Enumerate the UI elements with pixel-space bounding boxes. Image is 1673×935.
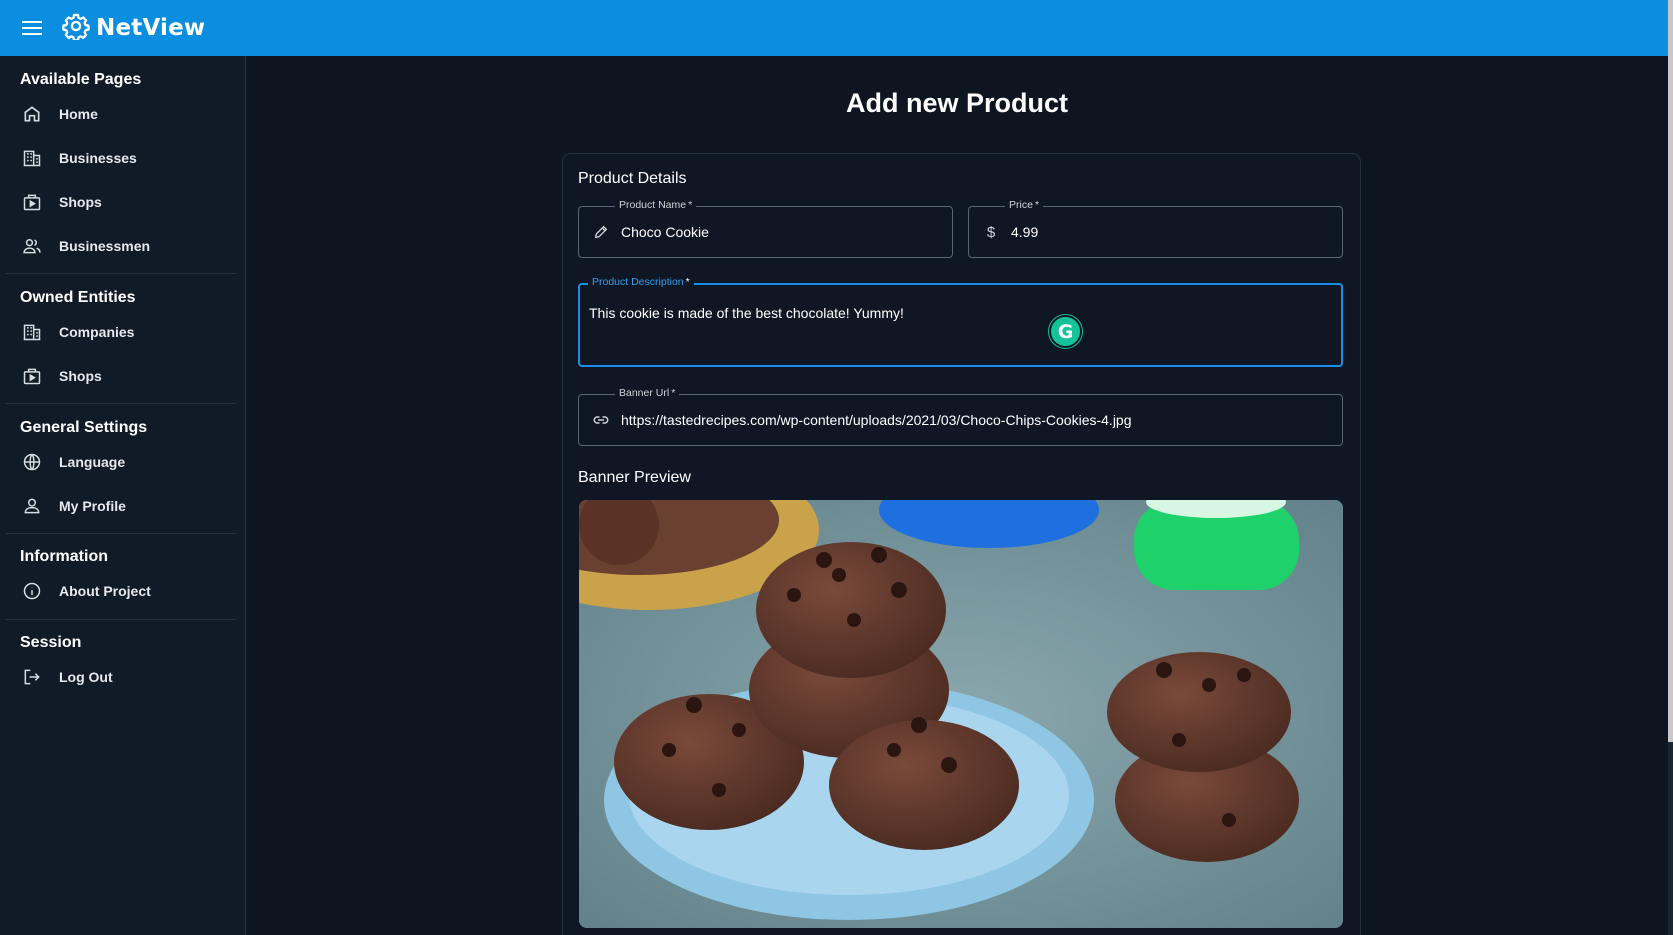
sidebar-item-label: Businesses: [59, 150, 137, 166]
sidebar-item-language[interactable]: Language: [0, 442, 240, 482]
sidebar-item-businesses[interactable]: Businesses: [0, 138, 240, 178]
storefront-icon: [20, 190, 44, 214]
sidebar-item-label: Shops: [59, 368, 102, 384]
section-title-available-pages: Available Pages: [20, 71, 142, 88]
users-icon: [20, 234, 44, 258]
info-icon: [20, 579, 44, 603]
home-icon: [20, 102, 44, 126]
sidebar-item-label: Log Out: [59, 669, 113, 685]
gear-icon: [62, 12, 90, 45]
sidebar-item-shops[interactable]: Shops: [0, 182, 240, 222]
dollar-icon: $: [986, 223, 996, 241]
storefront-icon: [20, 364, 44, 388]
section-title-general-settings: General Settings: [20, 419, 148, 436]
user-icon: [20, 494, 44, 518]
sidebar-item-label: Home: [59, 106, 98, 122]
product-name-input[interactable]: [621, 207, 941, 257]
sidebar-item-my-profile[interactable]: My Profile: [0, 486, 240, 526]
section-title-information: Information: [20, 548, 108, 565]
divider: [6, 619, 236, 620]
logout-icon: [20, 665, 44, 689]
building-icon: [20, 320, 44, 344]
sidebar-item-label: My Profile: [59, 498, 126, 514]
sidebar-item-owned-shops[interactable]: Shops: [0, 356, 240, 396]
link-icon: [591, 410, 611, 430]
price-field[interactable]: Price * $: [968, 199, 1343, 258]
product-description-field[interactable]: Product Description * This cookie is made…: [578, 276, 1343, 367]
price-input[interactable]: [1011, 207, 1331, 257]
building-icon: [20, 146, 44, 170]
banner-preview-image: [579, 500, 1343, 928]
product-name-field[interactable]: Product Name *: [578, 199, 953, 258]
section-title-owned-entities: Owned Entities: [20, 289, 136, 306]
sidebar-item-label: Shops: [59, 194, 102, 210]
sidebar-item-label: Language: [59, 454, 126, 470]
banner-url-field[interactable]: Banner Url *: [578, 387, 1343, 446]
section-title-session: Session: [20, 634, 82, 651]
sidebar-item-companies[interactable]: Companies: [0, 312, 240, 352]
card-title: Product Details: [578, 170, 687, 187]
banner-url-input[interactable]: [621, 395, 1336, 445]
scrollbar-thumb[interactable]: [1668, 0, 1673, 742]
divider: [6, 403, 236, 404]
page-title: Add new Product: [846, 88, 1068, 118]
sidebar-item-home[interactable]: Home: [0, 94, 240, 134]
product-description-label: Product Description *: [588, 276, 694, 288]
globe-icon: [20, 450, 44, 474]
product-description-textarea[interactable]: This cookie is made of the best chocolat…: [589, 305, 1329, 361]
banner-preview-title: Banner Preview: [578, 469, 691, 486]
app-title: NetView: [96, 15, 206, 41]
sidebar-item-log-out[interactable]: Log Out: [0, 657, 240, 697]
sidebar-item-businessmen[interactable]: Businessmen: [0, 226, 240, 266]
pencil-icon: [591, 222, 611, 242]
sidebar-item-label: About Project: [59, 583, 151, 599]
app-bar: NetView: [0, 0, 1668, 56]
sidebar-item-about-project[interactable]: About Project: [0, 571, 240, 611]
sidebar-item-label: Businessmen: [59, 238, 151, 254]
grammarly-icon[interactable]: G: [1049, 315, 1082, 348]
divider: [6, 533, 236, 534]
app-logo[interactable]: NetView: [62, 12, 205, 45]
sidebar: Available Pages Home Businesses Shops Bu…: [0, 56, 246, 935]
menu-icon[interactable]: [20, 16, 44, 40]
sidebar-item-label: Companies: [59, 324, 135, 340]
divider: [6, 273, 236, 274]
